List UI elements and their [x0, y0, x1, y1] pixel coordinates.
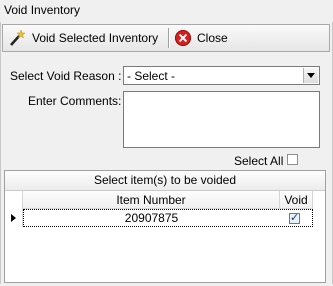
column-header-item-number[interactable]: Item Number	[23, 191, 280, 209]
magic-wand-icon	[8, 29, 26, 47]
current-row-indicator-icon	[11, 214, 16, 222]
close-icon	[175, 30, 191, 46]
close-button[interactable]: Close	[175, 27, 228, 49]
select-all-label: Select All	[234, 154, 284, 168]
comments-field[interactable]	[123, 91, 320, 148]
column-header-void[interactable]: Void	[280, 191, 313, 209]
title-bar: Void Inventory	[0, 0, 333, 22]
toolbar-separator	[168, 28, 170, 48]
void-reason-value: - Select -	[127, 69, 176, 83]
toolbar: Void Selected Inventory Close	[2, 24, 330, 52]
select-all-checkbox[interactable]	[287, 154, 298, 165]
chevron-down-icon[interactable]	[303, 68, 318, 83]
comments-label: Enter Comments:	[28, 94, 122, 108]
void-selected-inventory-button[interactable]: Void Selected Inventory	[8, 27, 158, 49]
void-button-label: Void Selected Inventory	[32, 31, 159, 45]
table-row[interactable]: 20907875	[23, 209, 313, 227]
items-grid: Select item(s) to be voided Item Number …	[4, 170, 326, 283]
void-reason-label: Select Void Reason :	[10, 69, 122, 83]
void-reason-select[interactable]: - Select -	[123, 66, 320, 85]
void-checkbox[interactable]	[289, 211, 300, 224]
close-button-label: Close	[197, 31, 228, 45]
grid-caption: Select item(s) to be voided	[5, 171, 325, 191]
window-title: Void Inventory	[4, 3, 81, 17]
item-number-cell[interactable]: 20907875	[24, 210, 279, 226]
